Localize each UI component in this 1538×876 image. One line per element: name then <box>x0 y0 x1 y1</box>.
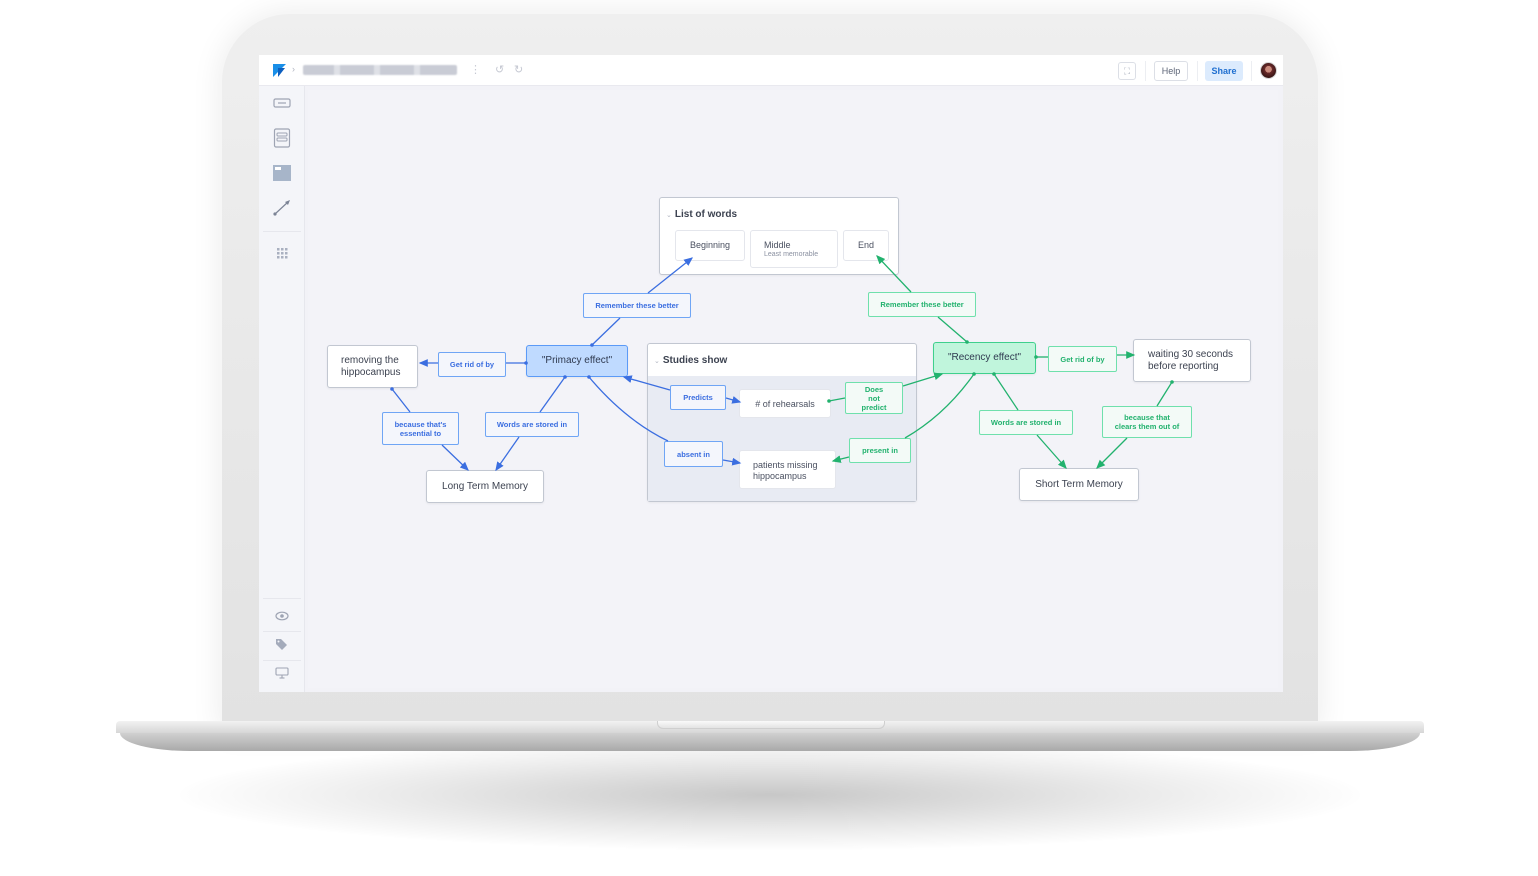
waiting-30-seconds-node[interactable]: waiting 30 seconds before reporting <box>1133 339 1251 382</box>
image-block-icon <box>273 165 291 181</box>
list-of-words-group[interactable]: ⌄ List of words Beginning Middle Least me… <box>659 197 899 275</box>
group-title-text: Studies show <box>662 355 728 366</box>
list-item-label: Middle <box>764 240 791 250</box>
edge-label-does-not-predict[interactable]: Does not predict <box>845 382 903 414</box>
help-button[interactable]: Help <box>1154 61 1188 81</box>
edge-label-essential[interactable]: because that's essential to <box>382 412 459 445</box>
user-avatar[interactable] <box>1260 62 1277 79</box>
short-term-memory-node[interactable]: Short Term Memory <box>1019 468 1139 501</box>
text-box-icon <box>273 98 291 108</box>
recency-effect-node[interactable]: "Recency effect" <box>933 342 1036 374</box>
collapse-chevron-icon[interactable]: ⌄ <box>654 358 660 365</box>
group-title: ⌄ List of words <box>666 209 737 220</box>
edge-label-clears[interactable]: because that clears them out of <box>1102 406 1192 438</box>
primacy-effect-node[interactable]: "Primacy effect" <box>526 345 628 377</box>
more-options-icon[interactable]: ⋮ <box>470 63 481 77</box>
toolbar-divider <box>1197 61 1198 81</box>
share-button[interactable]: Share <box>1205 61 1243 81</box>
edge-label-absent-in[interactable]: absent in <box>664 441 723 467</box>
list-tool[interactable] <box>265 123 299 153</box>
edge-label-stored-stm[interactable]: Words are stored in <box>979 410 1073 435</box>
image-block-tool[interactable] <box>265 158 299 188</box>
list-item-end[interactable]: End <box>843 230 889 261</box>
connector-arrow-icon <box>273 200 290 216</box>
top-bar: › Psychology Concept Map ⋮ ↺ ↻ ⛶ Help Sh… <box>259 55 1283 86</box>
toolbar-divider <box>1251 61 1252 81</box>
study-item-label: # of rehearsals <box>755 399 815 409</box>
list-item-beginning[interactable]: Beginning <box>675 230 745 261</box>
group-title-text: List of words <box>674 209 738 220</box>
list-item-sublabel: Least memorable <box>764 251 819 258</box>
laptop-shadow <box>180 740 1360 850</box>
list-icon <box>273 128 291 148</box>
toolbar-divider <box>1145 61 1146 81</box>
document-title[interactable]: Psychology Concept Map <box>303 65 457 75</box>
laptop-base-lower <box>120 733 1420 751</box>
study-item-patients[interactable]: patients missing hippocampus <box>739 450 836 489</box>
redo-icon[interactable]: ↻ <box>514 63 523 77</box>
study-item-rehearsals[interactable]: # of rehearsals <box>739 389 831 418</box>
sidebar-divider <box>263 598 301 599</box>
collapse-chevron-icon[interactable]: ⌄ <box>666 212 672 219</box>
tag-icon <box>276 639 287 650</box>
more-tools-button[interactable] <box>265 238 299 268</box>
edge-label-remember-recency[interactable]: Remember these better <box>868 292 976 317</box>
text-box-tool[interactable] <box>265 88 299 118</box>
eye-icon <box>275 611 289 621</box>
long-term-memory-node[interactable]: Long Term Memory <box>426 470 544 503</box>
connector-tool[interactable] <box>265 193 299 223</box>
tags-button[interactable] <box>265 629 299 659</box>
study-item-label: patients missing hippocampus <box>753 460 818 481</box>
edge-label-get-rid-recency[interactable]: Get rid of by <box>1048 346 1117 372</box>
edge-label-present-in[interactable]: present in <box>849 438 911 463</box>
list-item-label: End <box>857 240 874 250</box>
app-logo-accent <box>278 68 285 77</box>
list-item-middle[interactable]: Middle Least memorable <box>750 230 838 268</box>
sidebar-divider <box>263 231 301 232</box>
removing-hippocampus-node[interactable]: removing the hippocampus <box>327 345 418 388</box>
group-title: ⌄ Studies show <box>654 355 727 366</box>
laptop-notch <box>657 721 885 729</box>
breadcrumb-separator-icon: › <box>292 64 295 74</box>
grid-dots-icon <box>277 248 288 259</box>
undo-icon[interactable]: ↺ <box>495 63 504 77</box>
present-screen-icon <box>275 667 289 679</box>
tool-sidebar <box>259 86 305 692</box>
present-button[interactable] <box>265 658 299 688</box>
studies-show-group[interactable]: ⌄ Studies show # of rehearsals patients m… <box>647 343 917 502</box>
edge-label-stored-ltm[interactable]: Words are stored in <box>485 412 579 437</box>
edge-label-get-rid-primacy[interactable]: Get rid of by <box>438 352 506 377</box>
edge-label-remember-primacy[interactable]: Remember these better <box>583 293 691 318</box>
list-item-label: Beginning <box>689 240 731 250</box>
laptop-mockup: › Psychology Concept Map ⋮ ↺ ↻ ⛶ Help Sh… <box>0 0 1538 876</box>
edge-label-predicts[interactable]: Predicts <box>670 385 726 410</box>
view-toggle-button[interactable] <box>265 601 299 631</box>
fullscreen-button[interactable]: ⛶ <box>1118 62 1136 80</box>
